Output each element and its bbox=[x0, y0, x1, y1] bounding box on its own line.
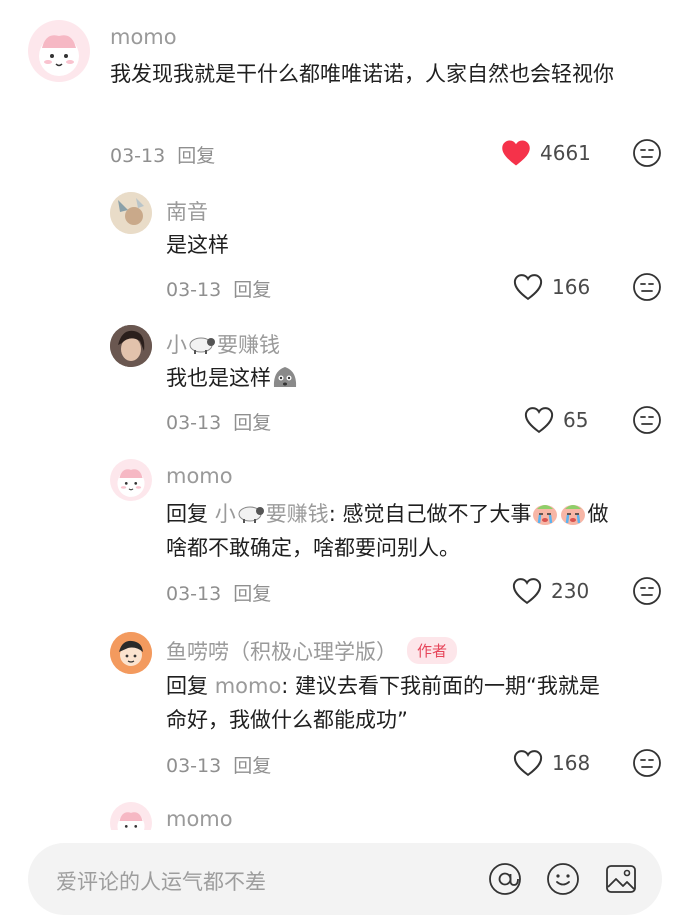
comment-text: 回复 小 要赚钱: 感觉自己做不了大事 做 啥都不敢确定，啥都要问别人。 bbox=[166, 497, 666, 565]
comment-input-placeholder[interactable]: 爱评论的人运气都不差 bbox=[56, 866, 266, 896]
avatar[interactable] bbox=[110, 802, 152, 830]
like-count: 4661 bbox=[540, 141, 591, 165]
comment-meta: 03-13 回复 bbox=[110, 141, 215, 168]
reply-button[interactable]: 回复 bbox=[233, 583, 271, 605]
reply-button[interactable]: 回复 bbox=[233, 412, 271, 434]
avatar-illustration bbox=[110, 192, 152, 234]
heart-icon[interactable] bbox=[501, 139, 531, 167]
comment-text-line: 啥都不敢确定，啥都要问别人。 bbox=[166, 536, 460, 560]
username-suffix: 要赚钱 bbox=[217, 333, 280, 357]
neutral-face-icon[interactable] bbox=[632, 138, 662, 168]
reply-word: 回复 bbox=[166, 674, 208, 698]
username[interactable]: 鱼唠唠（积极心理学版） 作者 bbox=[166, 636, 458, 666]
username[interactable]: 小 要赚钱 bbox=[166, 329, 280, 359]
avatar[interactable] bbox=[110, 632, 152, 674]
at-icon[interactable] bbox=[488, 862, 522, 896]
comment-text-line: 回复 momo: 建议去看下我前面的一期“我就是 bbox=[166, 669, 666, 703]
comment-input-bar[interactable]: 爱评论的人运气都不差 bbox=[28, 843, 662, 915]
comment-text-part: 做 bbox=[587, 502, 609, 526]
comment-meta: 03-13 回复 bbox=[166, 408, 271, 435]
reply-item: momo 回复 小要赚钱: 感觉自己做不了大事做 啥都不敢确定，啥都要问别人。 … bbox=[0, 447, 690, 612]
like-count: 230 bbox=[551, 579, 590, 603]
reply-target[interactable]: 小 要赚钱 bbox=[215, 502, 329, 526]
username[interactable]: momo bbox=[110, 25, 177, 49]
comment-date: 03-13 bbox=[110, 145, 166, 167]
neutral-face-icon[interactable] bbox=[632, 405, 662, 435]
reply-button[interactable]: 回复 bbox=[233, 279, 271, 301]
username[interactable]: momo bbox=[166, 807, 233, 830]
comment-text: 回复 momo: 建议去看下我前面的一期“我就是 命好，我做什么都能成功” bbox=[166, 669, 666, 737]
username-prefix: 小 bbox=[166, 333, 187, 357]
heart-icon[interactable] bbox=[513, 273, 543, 301]
neutral-face-icon[interactable] bbox=[632, 748, 662, 778]
author-badge: 作者 bbox=[407, 637, 458, 664]
avatar-illustration bbox=[110, 632, 152, 674]
comment-date: 03-13 bbox=[166, 412, 222, 434]
like-count: 166 bbox=[552, 275, 591, 299]
reply-target-prefix: 小 bbox=[214, 502, 236, 526]
image-icon[interactable] bbox=[604, 862, 638, 896]
username[interactable]: momo bbox=[166, 464, 233, 488]
comment-text-main: 我也是这样 bbox=[166, 366, 271, 390]
comment-text: 我发现我就是干什么都唯唯诺诺，人家自然也会轻视你 bbox=[110, 62, 614, 86]
comment-meta: 03-13 回复 bbox=[166, 275, 271, 302]
reply-word: 回复 bbox=[166, 502, 208, 526]
avatar-illustration bbox=[117, 469, 145, 497]
comment-text-part: : 感觉自己做不了大事 bbox=[328, 502, 532, 526]
heart-icon[interactable] bbox=[524, 406, 554, 434]
comment-meta: 03-13 回复 bbox=[166, 751, 271, 778]
comment-text: 是这样 bbox=[166, 233, 229, 257]
sheep-emoji-icon bbox=[238, 506, 264, 523]
like-count: 168 bbox=[552, 751, 591, 775]
comment-item: momo 我发现我就是干什么都唯唯诺诺，人家自然也会轻视你 03-13 回复 4… bbox=[0, 0, 690, 180]
comment-date: 03-13 bbox=[166, 755, 222, 777]
tired-face-emoji-icon bbox=[273, 367, 297, 387]
reply-item: 小 要赚钱 我也是这样 03-13 回复 65 bbox=[0, 313, 690, 443]
comment-date: 03-13 bbox=[166, 583, 222, 605]
neutral-face-icon[interactable] bbox=[632, 272, 662, 302]
like-count: 65 bbox=[563, 408, 589, 432]
reply-item: 鱼唠唠（积极心理学版） 作者 回复 momo: 建议去看下我前面的一期“我就是 命… bbox=[0, 620, 690, 785]
emoji-icon[interactable] bbox=[546, 862, 580, 896]
avatar-illustration bbox=[110, 325, 152, 367]
neutral-face-icon[interactable] bbox=[632, 576, 662, 606]
reply-target-suffix: 要赚钱 bbox=[265, 502, 329, 526]
reply-item: 南音 是这样 03-13 回复 166 bbox=[0, 180, 690, 310]
comment-text: 我也是这样 bbox=[166, 361, 299, 395]
avatar[interactable] bbox=[110, 192, 152, 234]
comment-text-line: 命好，我做什么都能成功” bbox=[166, 708, 408, 732]
avatar[interactable] bbox=[110, 325, 152, 367]
reply-target[interactable]: momo bbox=[215, 674, 282, 698]
comment-text-part: : 建议去看下我前面的一期“我就是 bbox=[281, 674, 600, 698]
username-text: 鱼唠唠（积极心理学版） bbox=[166, 640, 397, 664]
avatar-illustration bbox=[39, 35, 79, 76]
crying-emoji-icon bbox=[561, 505, 586, 525]
heart-icon[interactable] bbox=[512, 577, 542, 605]
username[interactable]: 南音 bbox=[166, 196, 208, 226]
reply-button[interactable]: 回复 bbox=[177, 145, 215, 167]
sheep-emoji-icon bbox=[189, 337, 215, 354]
comment-meta: 03-13 回复 bbox=[166, 579, 271, 606]
avatar-illustration bbox=[117, 812, 145, 830]
crying-emoji-icon bbox=[533, 505, 558, 525]
avatar[interactable] bbox=[110, 459, 152, 501]
reply-button[interactable]: 回复 bbox=[233, 755, 271, 777]
comment-text-line: 回复 小 要赚钱: 感觉自己做不了大事 做 bbox=[166, 497, 666, 531]
avatar[interactable] bbox=[28, 20, 90, 82]
heart-icon[interactable] bbox=[513, 749, 543, 777]
comment-date: 03-13 bbox=[166, 279, 222, 301]
reply-item: momo bbox=[0, 790, 690, 830]
